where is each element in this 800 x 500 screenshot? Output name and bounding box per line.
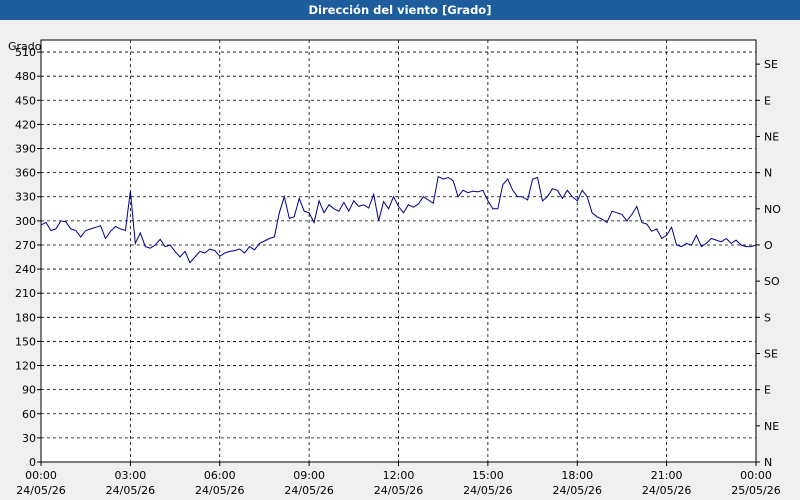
y-tick-label: 90 (22, 384, 36, 397)
y-axis-label: Grado (8, 40, 42, 53)
chart-title-bar: Dirección del viento [Grado] (0, 0, 800, 20)
x-tick-time: 21:00 (651, 469, 683, 482)
right-tick-label: N (764, 456, 772, 469)
y-tick-label: 360 (15, 167, 36, 180)
right-tick-label: NO (764, 203, 781, 216)
y-tick-label: 450 (15, 94, 36, 107)
right-tick-label: NE (764, 420, 779, 433)
right-tick-label: NE (764, 130, 779, 143)
x-tick-date: 24/05/26 (642, 484, 691, 497)
x-tick-time: 09:00 (293, 469, 325, 482)
y-tick-label: 300 (15, 215, 36, 228)
y-axis-ticks: 0 30 60 90 120 150 180 210 240 270 300 330 360 390 420… (15, 46, 41, 469)
y-tick-label: 240 (15, 263, 36, 276)
y-tick-label: 390 (15, 143, 36, 156)
x-tick-time: 00:00 (25, 469, 57, 482)
y-tick-label: 480 (15, 70, 36, 83)
x-tick-time: 03:00 (115, 469, 147, 482)
y-tick-label: 120 (15, 360, 36, 373)
y-tick-label: 330 (15, 191, 36, 204)
x-tick-time: 18:00 (561, 469, 593, 482)
right-tick-label: S (764, 311, 771, 324)
x-tick-date: 24/05/26 (463, 484, 512, 497)
y-tick-label: 60 (22, 408, 36, 421)
x-tick-time: 15:00 (472, 469, 504, 482)
x-tick-date: 24/05/26 (553, 484, 602, 497)
x-axis-ticks: 00:00 24/05/26 03:00 24/05/26 06:00 24/05/26 0… (16, 462, 781, 497)
x-tick-time: 06:00 (204, 469, 236, 482)
y-tick-label: 420 (15, 118, 36, 131)
right-tick-label: N (764, 167, 772, 180)
y-tick-label: 270 (15, 239, 36, 252)
y-tick-label: 0 (29, 456, 36, 469)
y-tick-label: 210 (15, 287, 36, 300)
x-tick-date: 24/05/26 (195, 484, 244, 497)
x-tick-date: 24/05/26 (106, 484, 155, 497)
x-tick-time: 12:00 (383, 469, 415, 482)
right-tick-label: E (764, 384, 771, 397)
right-tick-label: SE (764, 58, 778, 71)
y-tick-label: 180 (15, 311, 36, 324)
right-tick-label: SE (764, 347, 778, 360)
x-tick-date: 24/05/26 (374, 484, 423, 497)
right-tick-label: SO (764, 275, 780, 288)
wind-direction-chart: 0 30 60 90 120 150 180 210 240 270 300 330 360 390 420… (8, 39, 781, 497)
x-tick-date: 24/05/26 (284, 484, 333, 497)
x-tick-time: 00:00 (740, 469, 772, 482)
x-tick-date: 25/05/26 (731, 484, 780, 497)
y-tick-label: 150 (15, 335, 36, 348)
chart-title: Dirección del viento [Grado] (308, 3, 492, 17)
right-tick-label: O (764, 239, 773, 252)
y-tick-label: 30 (22, 432, 36, 445)
right-tick-label: E (764, 94, 771, 107)
x-tick-date: 24/05/26 (16, 484, 65, 497)
right-axis-ticks: N NE E SE S SO O NO N NE E SE (756, 58, 781, 469)
